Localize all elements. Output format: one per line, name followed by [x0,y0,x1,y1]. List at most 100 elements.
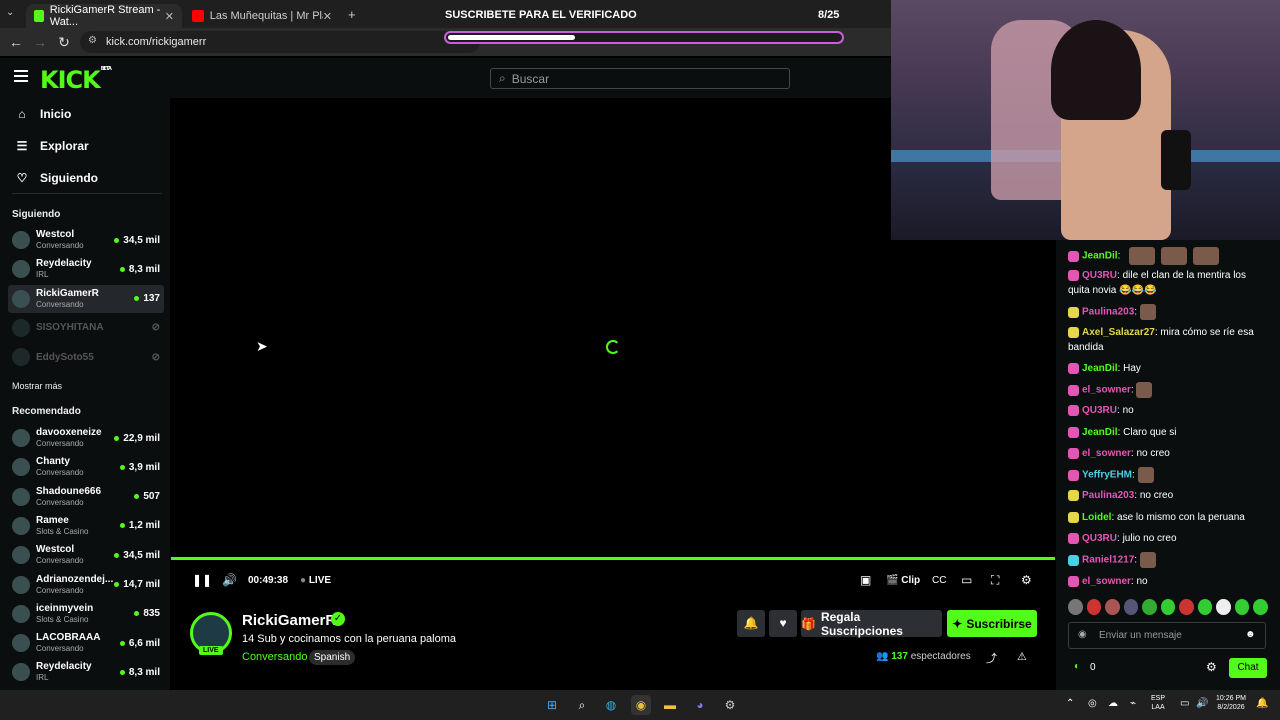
kick-logo[interactable]: KICKBETA [40,66,112,94]
quick-emote-icon[interactable] [1160,599,1176,615]
gift-subs-button[interactable]: 🎁 Regala Suscripciones [801,610,942,638]
tray-app-icon[interactable]: ◎ [1088,698,1097,709]
close-tab-icon[interactable]: ✕ [323,10,332,23]
language-tag[interactable]: Spanish [309,650,356,665]
stream-category[interactable]: Conversando [242,651,307,663]
sub-badge-icon[interactable] [1068,269,1079,281]
channel-item[interactable]: Adrianozendej... Conversando 14,7 mil [8,571,164,599]
chat-username[interactable]: QU3RU [1082,533,1117,544]
back-icon[interactable]: ← [4,34,28,50]
sub-badge-icon[interactable] [1068,489,1079,501]
file-explorer-icon[interactable]: ▬ [660,695,680,715]
quick-emote-icon[interactable] [1105,599,1120,615]
notifications-icon[interactable]: 🔔 [1256,698,1268,709]
clip-button[interactable]: 🎬 Clip [886,575,920,586]
quick-emote-icon[interactable] [1216,599,1231,615]
points-icon[interactable]: ◐ [1074,661,1080,672]
nav-explorar[interactable]: ☰ Explorar [14,136,89,156]
chat-username[interactable]: Loidel [1082,512,1111,523]
sub-badge-icon[interactable] [1068,469,1079,481]
chat-username[interactable]: QU3RU [1082,405,1117,416]
channel-item[interactable]: Westcol Conversando 34,5 mil [8,226,164,254]
chat-username[interactable]: el_sowner [1082,448,1131,459]
app-icon[interactable]: ⚙ [720,695,740,715]
tab-kick[interactable]: RickiGamerR Stream - Wat... ✕ [26,4,182,28]
sub-badge-icon[interactable] [1068,326,1079,338]
miniplayer-icon[interactable]: ▣ [860,573,871,587]
search-icon[interactable]: ⌕ [572,695,592,715]
channel-item[interactable]: SISOYHITANA ⊘ [8,314,164,342]
notification-bell-button[interactable]: 🔔 [737,610,765,637]
search-input[interactable]: ⌕ Buscar [490,68,790,89]
chat-username[interactable]: Paulina203 [1082,307,1134,318]
channel-item[interactable]: iceinmyvein Slots & Casino 835 [8,600,164,628]
channel-item[interactable]: Reydelacity IRL 8,3 mil [8,255,164,283]
chat-username[interactable]: el_sowner [1082,576,1131,587]
language-indicator[interactable]: ESP LAA [1151,694,1165,712]
network-icon[interactable]: ▭ [1180,698,1189,709]
chat-username[interactable]: JeanDil [1082,251,1118,262]
emoji-icon[interactable]: ☻ [1245,629,1256,640]
share-icon[interactable]: ⤴ [986,650,997,666]
subscribe-button[interactable]: ✦ Suscribirse [947,610,1037,637]
quick-emote-icon[interactable] [1179,599,1194,615]
sub-badge-icon[interactable] [1068,554,1079,566]
sub-badge-icon[interactable] [1068,250,1079,262]
channel-item[interactable]: EddySoto55 ⊘ [8,343,164,371]
sub-badge-icon[interactable] [1068,362,1079,374]
reload-icon[interactable]: ↻ [52,34,76,51]
tab-list-icon[interactable]: ⌄ [6,7,14,18]
discord-icon[interactable]: ◕ [690,695,710,715]
volume-icon[interactable]: 🔊 [222,573,237,587]
chat-username[interactable]: JeanDil [1082,427,1118,438]
channel-item[interactable]: Chanty Conversando 3,9 mil [8,453,164,481]
chat-username[interactable]: Paulina203 [1082,490,1134,501]
captions-icon[interactable]: CC [932,575,946,586]
chat-username[interactable]: QU3RU [1082,270,1117,281]
quick-emote-icon[interactable] [1068,599,1083,615]
chat-input[interactable]: Enviar un mensaje [1068,622,1266,649]
chat-username[interactable]: YeffryEHM [1082,470,1132,481]
quick-emote-icon[interactable] [1234,599,1250,615]
nav-siguiendo[interactable]: ♡ Siguiendo [14,168,98,188]
sub-badge-icon[interactable] [1068,511,1079,523]
windows-start-icon[interactable]: ⊞ [542,695,562,715]
channel-name[interactable]: RickiGamerR [242,612,336,629]
sub-badge-icon[interactable] [1068,447,1079,459]
forward-icon[interactable]: → [28,34,52,50]
pause-icon[interactable]: ❚❚ [192,573,212,587]
chat-badge-icon[interactable]: ◉ [1078,629,1087,640]
sub-badge-icon[interactable] [1068,426,1079,438]
channel-item[interactable]: davooxeneize Conversando 22,9 mil [8,424,164,452]
report-icon[interactable]: ⚠ [1017,650,1027,663]
theater-mode-icon[interactable]: ▭ [961,573,972,587]
channel-item[interactable]: Shadoune666 Conversando 507 [8,483,164,511]
settings-icon[interactable]: ⚙ [1021,573,1032,587]
quick-emote-icon[interactable] [1123,599,1139,615]
edge-icon[interactable]: ◍ [601,695,621,715]
close-tab-icon[interactable]: ✕ [165,10,174,23]
quick-emote-icon[interactable] [1197,599,1213,615]
chat-send-button[interactable]: Chat [1229,658,1267,678]
menu-icon[interactable] [14,70,28,84]
fullscreen-icon[interactable]: ⛶ [991,573,999,588]
new-tab-icon[interactable]: + [348,7,356,22]
nav-inicio[interactable]: ⌂ Inicio [14,104,71,124]
clock[interactable]: 10:26 PM 8/2/2026 [1216,694,1246,712]
usb-icon[interactable]: ⌁ [1130,698,1136,709]
channel-item[interactable]: Ramee Slots & Casino 1,2 mil [8,512,164,540]
chat-username[interactable]: JeanDil [1082,363,1118,374]
chat-username[interactable]: Axel_Salazar27 [1082,327,1155,338]
sub-badge-icon[interactable] [1068,532,1079,544]
chat-username[interactable]: Raniel1217 [1082,555,1134,566]
speaker-icon[interactable]: 🔊 [1196,698,1208,709]
chrome-icon[interactable]: ◉ [631,695,651,715]
seek-bar[interactable] [171,557,1055,560]
chat-settings-icon[interactable]: ⚙ [1206,660,1217,674]
channel-item[interactable]: LACOBRAAA Conversando 6,6 mil [8,629,164,657]
channel-item[interactable]: RickiGamerR Conversando 137 [8,284,164,313]
sub-badge-icon[interactable] [1068,306,1079,318]
chat-username[interactable]: el_sowner [1082,385,1131,396]
quick-emote-icon[interactable] [1086,599,1102,615]
address-bar[interactable]: kick.com/rickigamerr [80,31,480,53]
